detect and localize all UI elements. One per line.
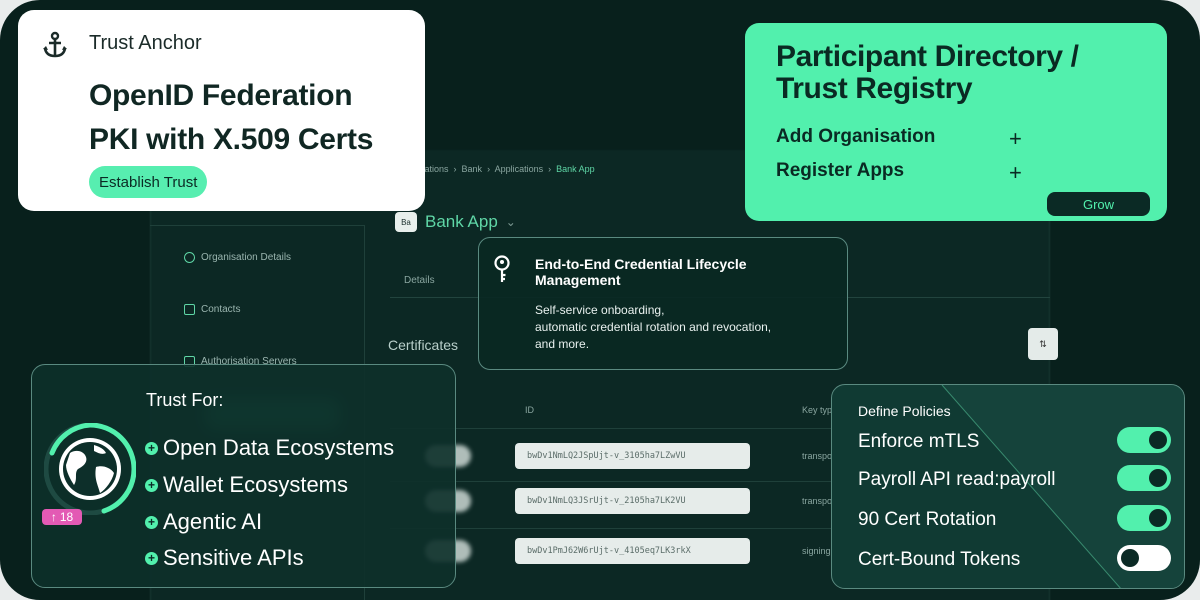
register-apps-plus-icon[interactable]: + — [1009, 162, 1022, 184]
policy-label: Enforce mTLS — [858, 431, 980, 452]
trust-anchor-title: OpenID Federation PKI with X.509 Certs — [89, 79, 374, 156]
policy-label: 90 Cert Rotation — [858, 509, 997, 530]
table-action-button[interactable]: ⇅ — [1028, 328, 1058, 360]
key-icon — [494, 255, 510, 282]
plus-icon: + — [145, 478, 158, 492]
breadcrumb-current: Bank App — [556, 164, 595, 174]
section-title: Certificates — [388, 337, 459, 353]
toggle-enforce-mtls[interactable] — [1117, 427, 1171, 453]
breadcrumb-item[interactable]: Bank — [462, 164, 483, 174]
breadcrumb: sations › Bank › Applications › Bank App — [420, 164, 595, 174]
app-header[interactable]: Ba Bank App ⌄ — [395, 212, 516, 232]
policy-label: Cert-Bound Tokens — [858, 549, 1021, 570]
toggle-knob — [1149, 431, 1167, 449]
table-row-type: signing — [802, 546, 831, 556]
table-row-id[interactable]: bwDv1NmLQ3JSrUjt-v_2105ha7LK2VU — [515, 488, 750, 514]
globe-icon — [44, 423, 136, 515]
define-policies-card: Define Policies Enforce mTLS Payroll API… — [831, 384, 1185, 589]
toggle-cert-rotation[interactable] — [1117, 505, 1171, 531]
establish-trust-button[interactable]: Establish Trust — [89, 166, 208, 198]
list-item: + Wallet Ecosystems — [145, 472, 348, 498]
policy-label: Payroll API read:payroll — [858, 469, 1056, 490]
credential-lifecycle-card: End-to-End Credential Lifecycle Manageme… — [478, 237, 848, 370]
add-organisation-label[interactable]: Add Organisation — [776, 126, 935, 148]
count-badge: ↑ 18 — [42, 509, 82, 525]
info-icon — [184, 252, 195, 263]
hero-stage: sations › Bank › Applications › Bank App… — [0, 0, 1200, 600]
app-badge: Ba — [395, 212, 417, 232]
toggle-payroll-api[interactable] — [1117, 465, 1171, 491]
anchor-icon — [43, 31, 67, 58]
participant-directory-card: Participant Directory / Trust Registry A… — [745, 23, 1167, 221]
app-name: Bank App — [425, 212, 498, 231]
column-header-id: ID — [525, 405, 534, 415]
table-row-id[interactable]: bwDv1PmJ62W6rUjt-v_4105eq7LK3rkX — [515, 538, 750, 564]
tab-details[interactable]: Details — [404, 275, 435, 286]
mail-icon — [184, 304, 195, 315]
sidebar-item-organisation-details[interactable]: Organisation Details — [184, 252, 291, 263]
directory-title: Participant Directory / Trust Registry — [776, 40, 1079, 105]
trust-for-card: ↑ 18 Trust For: + Open Data Ecosystems +… — [31, 364, 456, 588]
chevron-down-icon[interactable]: ⌄ — [506, 215, 516, 229]
toggle-cert-bound-tokens[interactable] — [1117, 545, 1171, 571]
register-apps-label[interactable]: Register Apps — [776, 160, 904, 182]
plus-icon: + — [145, 551, 158, 565]
toggle-knob — [1149, 469, 1167, 487]
plus-icon: + — [145, 515, 158, 529]
plus-icon: + — [145, 441, 158, 455]
table-row-id[interactable]: bwDv1NmLQ2JSpUjt-v_3105ha7LZwVU — [515, 443, 750, 469]
arrow-up-icon: ↑ — [50, 510, 57, 524]
add-organisation-plus-icon[interactable]: + — [1009, 128, 1022, 150]
sidebar-item-contacts[interactable]: Contacts — [184, 304, 240, 315]
grow-button[interactable]: Grow — [1047, 192, 1150, 216]
trust-for-heading: Trust For: — [146, 390, 224, 410]
list-item: + Open Data Ecosystems — [145, 435, 394, 461]
list-item: + Agentic AI — [145, 509, 262, 535]
lifecycle-description: Self-service onboarding, automatic crede… — [535, 303, 772, 351]
toggle-knob — [1121, 549, 1139, 567]
trust-anchor-label: Trust Anchor — [89, 32, 202, 54]
breadcrumb-item[interactable]: Applications — [495, 164, 544, 174]
trust-anchor-card: Trust Anchor OpenID Federation PKI with … — [18, 10, 425, 211]
toggle-knob — [1149, 509, 1167, 527]
policies-heading: Define Policies — [858, 403, 951, 419]
list-item: + Sensitive APIs — [145, 545, 304, 571]
lifecycle-title: End-to-End Credential Lifecycle Manageme… — [535, 256, 747, 288]
